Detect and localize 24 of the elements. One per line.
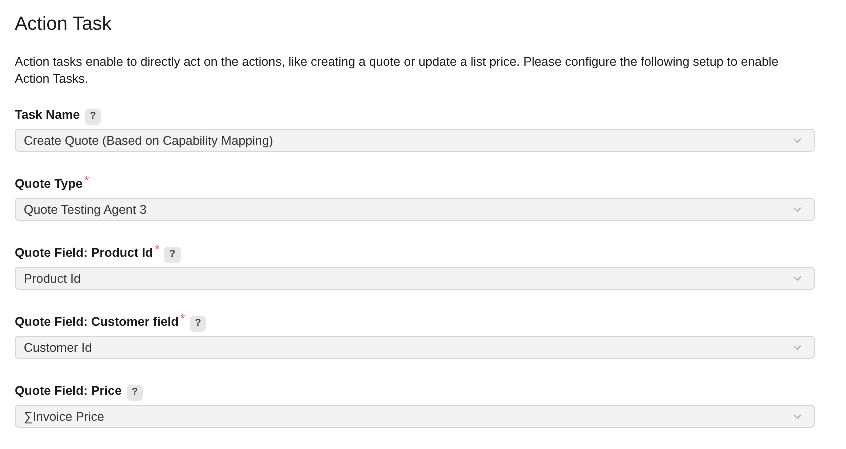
help-badge[interactable]: ? xyxy=(190,316,206,332)
dropdown-field[interactable]: Product Id xyxy=(15,267,815,290)
description-text: Action tasks enable to directly act on the actions, like creating a quote or update a list price. Please configure the following setup to enable Action Tasks. xyxy=(15,54,780,88)
help-badge[interactable]: ? xyxy=(164,247,181,263)
required-mark: * xyxy=(180,313,186,325)
help-badge[interactable]: ? xyxy=(85,109,102,125)
field-label: Quote Type xyxy=(15,176,83,193)
chevron-down-icon xyxy=(793,344,802,350)
field-label: Task Name xyxy=(15,107,80,124)
required-mark: * xyxy=(84,175,90,187)
dropdown-field[interactable]: Customer Id xyxy=(15,336,815,359)
dropdown-field[interactable]: ∑Invoice Price xyxy=(15,405,815,428)
help-badge[interactable]: ? xyxy=(126,385,144,401)
required-mark: * xyxy=(155,244,160,256)
field-label: Quote Field: Customer field xyxy=(15,314,179,331)
chevron-down-icon xyxy=(793,276,802,282)
chevron-down-icon xyxy=(793,206,802,212)
field-label: Quote Field: Price xyxy=(15,383,122,400)
page-title: Action Task xyxy=(15,13,113,37)
chevron-down-icon xyxy=(793,414,802,420)
chevron-down-icon xyxy=(793,138,802,144)
dropdown-field[interactable]: Quote Testing Agent 3 xyxy=(15,198,815,221)
field-label: Quote Field: Product Id xyxy=(15,245,154,262)
dropdown-field[interactable]: Create Quote (Based on Capability Mapping) xyxy=(15,129,815,152)
